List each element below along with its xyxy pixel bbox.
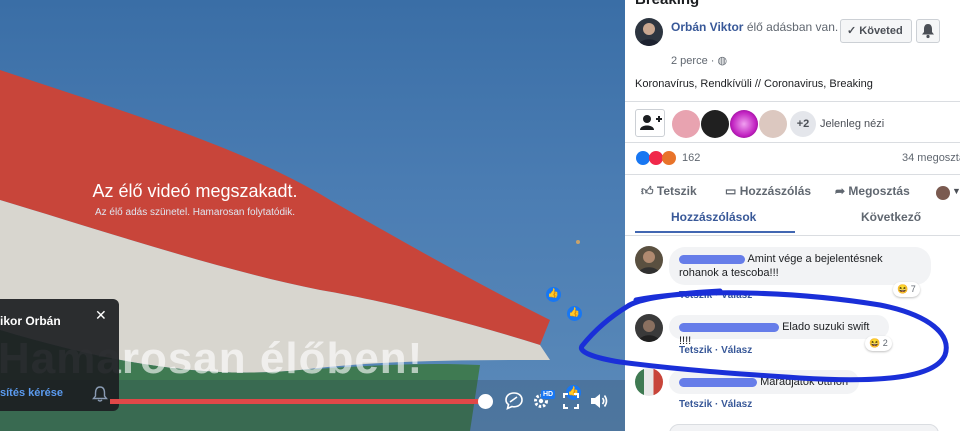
live-status-text: élő adásban van. — [746, 20, 839, 34]
page-avatar[interactable] — [635, 18, 663, 46]
like-label: Tetszik — [656, 184, 697, 198]
comment-icon: ▭ — [725, 184, 737, 198]
commenter-avatar[interactable] — [635, 314, 663, 342]
tab-up-next[interactable]: Következő — [861, 210, 921, 224]
comment-reply-link[interactable]: Válasz — [721, 399, 752, 410]
globe-icon: · ◍ — [710, 55, 728, 67]
like-button[interactable]: 👍︎ Tetszik — [641, 184, 697, 199]
haha-reaction-icon: 😆 — [897, 284, 909, 294]
reaction-count[interactable]: 162 — [682, 152, 700, 164]
video-progress-bar[interactable] — [110, 399, 488, 404]
popup-notification-request-link[interactable]: sítés kérése — [0, 387, 63, 399]
comment-reactions[interactable]: 😆 7 — [893, 282, 920, 297]
divider — [625, 174, 960, 175]
share-button[interactable]: ➦ Megosztás — [835, 184, 910, 198]
comment-input-field[interactable] — [669, 424, 939, 431]
currently-viewing-label: Jelenleg nézi — [820, 118, 885, 130]
comment-bubble: Amint vége a bejelentésnek rohanok a tes… — [669, 247, 931, 285]
viewer-avatar[interactable] — [730, 110, 758, 138]
bell-icon — [922, 24, 934, 39]
add-person-icon — [640, 115, 662, 130]
live-video-sidebar: Breaking Orbán Viktor élő adásban van. 2… — [625, 0, 960, 431]
notification-bell-button[interactable] — [916, 19, 940, 43]
comment-bubble: Elado suzuki swift !!!! — [669, 315, 889, 347]
comment-label: Hozzászólás — [739, 184, 812, 198]
bell-icon[interactable] — [92, 385, 108, 403]
comment-text: Amint vége a bejelentésnek — [747, 253, 883, 265]
floating-like-icon: 👍 — [567, 306, 582, 321]
redacted-commenter-name — [679, 377, 757, 387]
haha-reaction-icon: 😆 — [869, 338, 881, 348]
comment-text: Maradjatok otthon — [760, 376, 849, 388]
following-label: Követed — [859, 25, 903, 37]
reaction-icons[interactable] — [636, 151, 676, 170]
divider — [625, 142, 960, 143]
thumbs-up-icon: 👍︎ — [641, 184, 654, 198]
popup-page-name: ikor Orbán — [0, 314, 61, 328]
video-title: Breaking — [635, 0, 699, 8]
viewer-avatar[interactable] — [672, 110, 700, 138]
stream-interrupted-subtitle: Az élő adás szünetel. Hamarosan folytató… — [94, 207, 296, 218]
fullscreen-icon[interactable] — [563, 393, 579, 409]
comment-like-link[interactable]: Tetszik — [679, 290, 712, 301]
love-reaction-icon — [649, 151, 663, 165]
checkmark-icon: ✓ — [847, 25, 857, 37]
share-label: Megosztás — [848, 184, 910, 198]
profile-selector-avatar[interactable] — [936, 186, 950, 200]
divider — [625, 101, 960, 102]
comment-button[interactable]: ▭ Hozzászólás — [725, 184, 811, 198]
page-name-link[interactable]: Orbán Viktor — [671, 20, 743, 34]
comment-actions: Tetszik · Válasz — [679, 399, 753, 410]
invite-friends-button[interactable] — [635, 109, 665, 137]
tab-comments[interactable]: Hozzászólások — [671, 210, 756, 224]
stream-interrupted-title: Az élő videó megszakadt. — [92, 181, 298, 201]
popup-close-button[interactable]: ✕ — [95, 307, 107, 324]
redacted-commenter-name — [679, 254, 745, 264]
comment-text-continued: rohanok a tescoba!!! — [679, 267, 779, 279]
like-reaction-icon — [636, 151, 650, 165]
following-button[interactable]: ✓ Követed — [840, 19, 912, 43]
comment-reply-link[interactable]: Válasz — [721, 345, 752, 356]
chevron-down-icon[interactable]: ▼ — [952, 186, 960, 196]
angry-reaction-icon — [662, 151, 676, 165]
floating-like-icon: 👍 — [546, 287, 561, 302]
comment-actions: Tetszik · Válasz — [679, 345, 753, 356]
comment-reaction-count: 2 — [882, 338, 888, 348]
comment-actions: Tetszik · Válasz — [679, 290, 753, 301]
comment-reply-link[interactable]: Válasz — [721, 290, 752, 301]
comment-reaction-count: 7 — [910, 284, 916, 294]
divider — [625, 235, 960, 236]
live-notification-popup: ikor Orbán ✕ sítés kérése — [0, 299, 119, 411]
more-viewers-count[interactable]: +2 — [790, 111, 816, 137]
share-count[interactable]: 34 megosztás — [902, 152, 960, 164]
post-timestamp: 2 perce · ◍ — [671, 54, 727, 67]
comment-bubble: Maradjatok otthon — [669, 370, 859, 394]
active-tab-indicator — [635, 231, 795, 233]
page-name-line: Orbán Viktor élő adásban van. — [671, 19, 847, 36]
share-arrow-icon: ➦ — [835, 184, 846, 198]
post-time-text: 2 perce — [671, 55, 708, 67]
volume-icon[interactable] — [589, 392, 609, 410]
commenter-avatar[interactable] — [635, 368, 663, 396]
comment-reactions[interactable]: 😆 2 — [865, 336, 892, 351]
video-description: Koronavírus, Rendkívüli // Coronavirus, … — [635, 78, 873, 90]
redacted-commenter-name — [679, 322, 779, 332]
viewer-avatar[interactable] — [759, 110, 787, 138]
comment-bubble-icon[interactable] — [504, 391, 524, 411]
video-progress-knob[interactable] — [478, 394, 493, 409]
viewer-avatar[interactable] — [701, 110, 729, 138]
hd-badge: HD — [541, 390, 556, 399]
comment-like-link[interactable]: Tetszik — [679, 345, 712, 356]
live-video-player[interactable]: Az élő videó megszakadt. Az élő adás szü… — [0, 0, 625, 431]
commenter-avatar[interactable] — [635, 246, 663, 274]
comment-like-link[interactable]: Tetszik — [679, 399, 712, 410]
